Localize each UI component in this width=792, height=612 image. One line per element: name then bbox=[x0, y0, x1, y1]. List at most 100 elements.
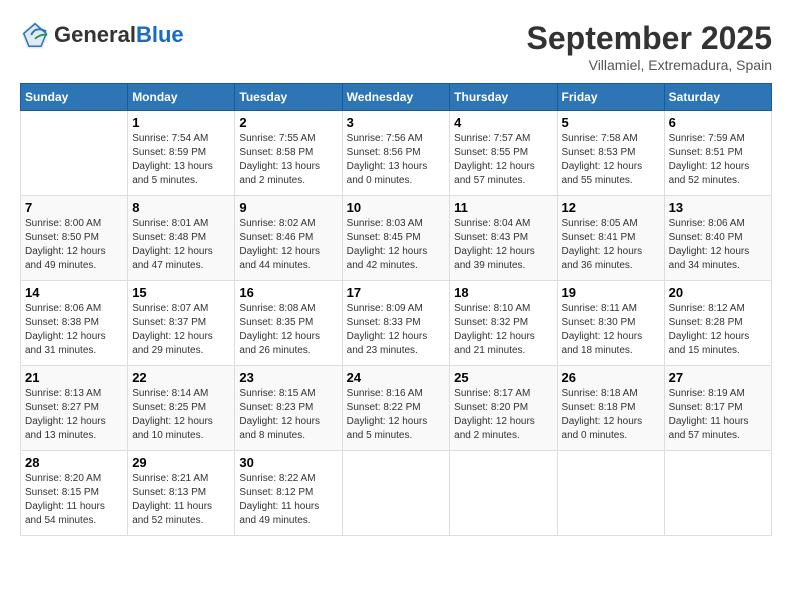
calendar-cell: 21Sunrise: 8:13 AM Sunset: 8:27 PM Dayli… bbox=[21, 366, 128, 451]
day-number: 2 bbox=[239, 115, 337, 130]
day-info: Sunrise: 8:02 AM Sunset: 8:46 PM Dayligh… bbox=[239, 218, 320, 271]
day-number: 23 bbox=[239, 370, 337, 385]
day-info: Sunrise: 8:21 AM Sunset: 8:13 PM Dayligh… bbox=[132, 473, 212, 526]
day-info: Sunrise: 8:04 AM Sunset: 8:43 PM Dayligh… bbox=[454, 218, 535, 271]
day-number: 28 bbox=[25, 455, 123, 470]
general-blue-icon bbox=[20, 20, 50, 50]
day-number: 7 bbox=[25, 200, 123, 215]
logo-blue-text: Blue bbox=[136, 22, 184, 48]
header-day-saturday: Saturday bbox=[664, 84, 771, 111]
calendar-cell: 28 Sunrise: 8:20 AM Sunset: 8:15 PM Dayli… bbox=[21, 451, 128, 536]
day-number: 22 bbox=[132, 370, 230, 385]
location-text: Villamiel, Extremadura, Spain bbox=[527, 57, 772, 73]
day-number: 9 bbox=[239, 200, 337, 215]
day-number: 14 bbox=[25, 285, 123, 300]
day-number: 13 bbox=[669, 200, 767, 215]
day-number: 24 bbox=[347, 370, 446, 385]
day-number: 25 bbox=[454, 370, 552, 385]
day-info: Sunrise: 8:16 AM Sunset: 8:22 PM Dayligh… bbox=[347, 388, 428, 441]
calendar-cell: 4 Sunrise: 7:57 AM Sunset: 8:55 PM Daylig… bbox=[450, 111, 557, 196]
calendar-cell bbox=[664, 451, 771, 536]
calendar-cell: 16 Sunrise: 8:08 AM Sunset: 8:35 PM Dayli… bbox=[235, 281, 342, 366]
day-info: Sunrise: 8:06 AM Sunset: 8:40 PM Dayligh… bbox=[669, 218, 750, 271]
calendar-cell: 22Sunrise: 8:14 AM Sunset: 8:25 PM Dayli… bbox=[128, 366, 235, 451]
day-info: Sunrise: 8:13 AM Sunset: 8:27 PM Dayligh… bbox=[25, 388, 106, 441]
calendar-cell bbox=[450, 451, 557, 536]
day-info: Sunrise: 8:07 AM Sunset: 8:37 PM Dayligh… bbox=[132, 303, 213, 356]
calendar-cell: 7 Sunrise: 8:00 AM Sunset: 8:50 PM Daylig… bbox=[21, 196, 128, 281]
header-day-monday: Monday bbox=[128, 84, 235, 111]
calendar-cell: 9 Sunrise: 8:02 AM Sunset: 8:46 PM Daylig… bbox=[235, 196, 342, 281]
day-number: 5 bbox=[562, 115, 660, 130]
day-number: 1 bbox=[132, 115, 230, 130]
header-day-tuesday: Tuesday bbox=[235, 84, 342, 111]
day-number: 11 bbox=[454, 200, 552, 215]
day-info: Sunrise: 8:20 AM Sunset: 8:15 PM Dayligh… bbox=[25, 473, 105, 526]
day-info: Sunrise: 8:15 AM Sunset: 8:23 PM Dayligh… bbox=[239, 388, 320, 441]
calendar-cell: 23 Sunrise: 8:15 AM Sunset: 8:23 PM Dayli… bbox=[235, 366, 342, 451]
day-info: Sunrise: 8:03 AM Sunset: 8:45 PM Dayligh… bbox=[347, 218, 428, 271]
day-number: 18 bbox=[454, 285, 552, 300]
day-info: Sunrise: 8:09 AM Sunset: 8:33 PM Dayligh… bbox=[347, 303, 428, 356]
day-number: 29 bbox=[132, 455, 230, 470]
calendar-cell: 19 Sunrise: 8:11 AM Sunset: 8:30 PM Dayli… bbox=[557, 281, 664, 366]
week-row-2: 14Sunrise: 8:06 AM Sunset: 8:38 PM Dayli… bbox=[21, 281, 772, 366]
calendar-cell: 15 Sunrise: 8:07 AM Sunset: 8:37 PM Dayli… bbox=[128, 281, 235, 366]
calendar-cell bbox=[557, 451, 664, 536]
calendar-cell: 1 Sunrise: 7:54 AM Sunset: 8:59 PM Daylig… bbox=[128, 111, 235, 196]
calendar-cell: 29 Sunrise: 8:21 AM Sunset: 8:13 PM Dayli… bbox=[128, 451, 235, 536]
calendar-cell: 25 Sunrise: 8:17 AM Sunset: 8:20 PM Dayli… bbox=[450, 366, 557, 451]
week-row-3: 21Sunrise: 8:13 AM Sunset: 8:27 PM Dayli… bbox=[21, 366, 772, 451]
day-number: 16 bbox=[239, 285, 337, 300]
day-number: 15 bbox=[132, 285, 230, 300]
day-number: 12 bbox=[562, 200, 660, 215]
day-number: 19 bbox=[562, 285, 660, 300]
day-info: Sunrise: 8:10 AM Sunset: 8:32 PM Dayligh… bbox=[454, 303, 535, 356]
week-row-4: 28 Sunrise: 8:20 AM Sunset: 8:15 PM Dayli… bbox=[21, 451, 772, 536]
header-day-thursday: Thursday bbox=[450, 84, 557, 111]
day-info: Sunrise: 7:57 AM Sunset: 8:55 PM Dayligh… bbox=[454, 133, 535, 186]
calendar-cell: 5 Sunrise: 7:58 AM Sunset: 8:53 PM Daylig… bbox=[557, 111, 664, 196]
calendar-header: SundayMondayTuesdayWednesdayThursdayFrid… bbox=[21, 84, 772, 111]
calendar-cell: 8Sunrise: 8:01 AM Sunset: 8:48 PM Daylig… bbox=[128, 196, 235, 281]
day-info: Sunrise: 8:00 AM Sunset: 8:50 PM Dayligh… bbox=[25, 218, 106, 271]
day-number: 10 bbox=[347, 200, 446, 215]
header-day-friday: Friday bbox=[557, 84, 664, 111]
calendar-cell bbox=[342, 451, 450, 536]
calendar-cell: 18 Sunrise: 8:10 AM Sunset: 8:32 PM Dayli… bbox=[450, 281, 557, 366]
day-info: Sunrise: 8:18 AM Sunset: 8:18 PM Dayligh… bbox=[562, 388, 643, 441]
day-info: Sunrise: 8:08 AM Sunset: 8:35 PM Dayligh… bbox=[239, 303, 320, 356]
day-info: Sunrise: 7:54 AM Sunset: 8:59 PM Dayligh… bbox=[132, 133, 213, 186]
day-info: Sunrise: 7:56 AM Sunset: 8:56 PM Dayligh… bbox=[347, 133, 428, 186]
day-info: Sunrise: 7:58 AM Sunset: 8:53 PM Dayligh… bbox=[562, 133, 643, 186]
header-day-wednesday: Wednesday bbox=[342, 84, 450, 111]
title-section: September 2025 Villamiel, Extremadura, S… bbox=[527, 20, 772, 73]
calendar-cell: 11 Sunrise: 8:04 AM Sunset: 8:43 PM Dayli… bbox=[450, 196, 557, 281]
header-row: SundayMondayTuesdayWednesdayThursdayFrid… bbox=[21, 84, 772, 111]
calendar-cell: 26Sunrise: 8:18 AM Sunset: 8:18 PM Dayli… bbox=[557, 366, 664, 451]
calendar-cell: 2Sunrise: 7:55 AM Sunset: 8:58 PM Daylig… bbox=[235, 111, 342, 196]
day-number: 4 bbox=[454, 115, 552, 130]
calendar-body: 1 Sunrise: 7:54 AM Sunset: 8:59 PM Daylig… bbox=[21, 111, 772, 536]
day-info: Sunrise: 8:11 AM Sunset: 8:30 PM Dayligh… bbox=[562, 303, 643, 356]
day-number: 17 bbox=[347, 285, 446, 300]
calendar-cell: 30 Sunrise: 8:22 AM Sunset: 8:12 PM Dayli… bbox=[235, 451, 342, 536]
calendar-cell: 24 Sunrise: 8:16 AM Sunset: 8:22 PM Dayli… bbox=[342, 366, 450, 451]
month-title: September 2025 bbox=[527, 20, 772, 57]
calendar-cell: 20Sunrise: 8:12 AM Sunset: 8:28 PM Dayli… bbox=[664, 281, 771, 366]
day-number: 8 bbox=[132, 200, 230, 215]
day-number: 6 bbox=[669, 115, 767, 130]
calendar-cell: 3Sunrise: 7:56 AM Sunset: 8:56 PM Daylig… bbox=[342, 111, 450, 196]
day-info: Sunrise: 8:17 AM Sunset: 8:20 PM Dayligh… bbox=[454, 388, 535, 441]
day-number: 30 bbox=[239, 455, 337, 470]
day-number: 27 bbox=[669, 370, 767, 385]
day-info: Sunrise: 8:05 AM Sunset: 8:41 PM Dayligh… bbox=[562, 218, 643, 271]
week-row-1: 7 Sunrise: 8:00 AM Sunset: 8:50 PM Daylig… bbox=[21, 196, 772, 281]
page-header: GeneralBlue September 2025 Villamiel, Ex… bbox=[20, 20, 772, 73]
week-row-0: 1 Sunrise: 7:54 AM Sunset: 8:59 PM Daylig… bbox=[21, 111, 772, 196]
day-info: Sunrise: 7:59 AM Sunset: 8:51 PM Dayligh… bbox=[669, 133, 750, 186]
calendar-table: SundayMondayTuesdayWednesdayThursdayFrid… bbox=[20, 83, 772, 536]
calendar-cell: 17 Sunrise: 8:09 AM Sunset: 8:33 PM Dayli… bbox=[342, 281, 450, 366]
header-day-sunday: Sunday bbox=[21, 84, 128, 111]
day-info: Sunrise: 8:22 AM Sunset: 8:12 PM Dayligh… bbox=[239, 473, 319, 526]
